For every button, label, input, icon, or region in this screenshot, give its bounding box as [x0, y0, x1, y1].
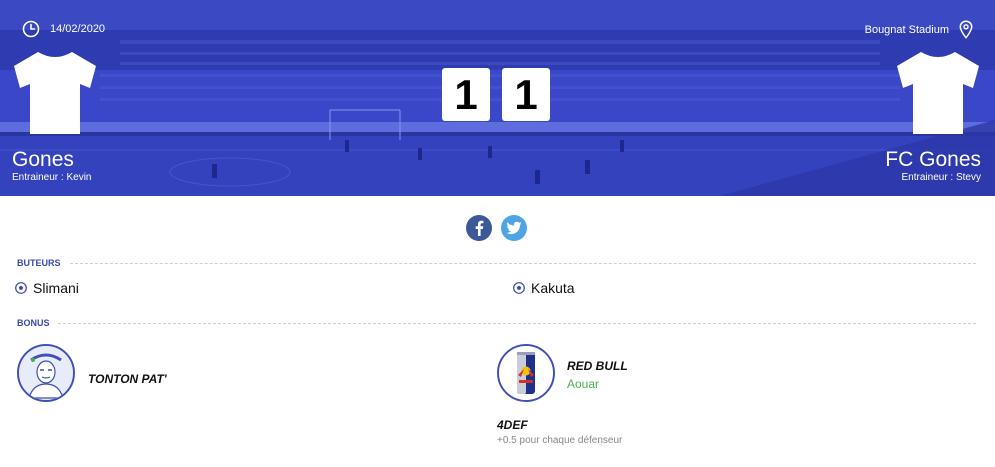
extra-bonus-name: 4DEF: [497, 418, 528, 432]
extra-bonus-description: +0.5 pour chaque défenseur: [497, 435, 623, 446]
match-stadium: Bougnat Stadium: [865, 20, 973, 39]
facebook-icon: [475, 220, 484, 236]
scorers-divider: [70, 263, 976, 264]
twitter-share-button[interactable]: [501, 215, 527, 241]
stadium-background: [0, 0, 995, 196]
match-date-text: 14/02/2020: [50, 23, 106, 35]
bonus-section-title: BONUS: [17, 318, 50, 328]
home-jersey-icon: [14, 52, 96, 134]
scorers-section-title: BUTEURS: [17, 258, 61, 268]
away-coach: Entraineur : Stevy: [901, 172, 981, 183]
home-coach: Entraineur : Kevin: [12, 172, 92, 183]
tonton-pat-avatar-icon: [17, 344, 75, 402]
home-scorer: Slimani: [15, 280, 79, 296]
away-team-name: FC Gones: [885, 148, 981, 171]
soccer-ball-icon: [15, 282, 27, 294]
clock-icon: [22, 20, 40, 38]
home-scorer-name: Slimani: [33, 280, 79, 296]
soccer-ball-icon: [513, 282, 525, 294]
home-team-name: Gones: [12, 148, 74, 171]
away-bonus-player: Aouar: [567, 377, 600, 391]
away-scorer: Kakuta: [513, 280, 575, 296]
away-jersey-icon: [897, 52, 979, 134]
location-pin-icon: [959, 20, 973, 39]
home-score: 1: [442, 68, 490, 121]
away-scorer-name: Kakuta: [531, 280, 575, 296]
share-buttons: [466, 215, 527, 241]
match-date: 14/02/2020: [22, 20, 105, 38]
match-header: 14/02/2020 Bougnat Stadium Gones Entrain…: [0, 0, 995, 196]
away-bonus-name: RED BULL: [567, 359, 628, 373]
red-bull-can-icon: [497, 344, 555, 402]
twitter-icon: [506, 221, 522, 235]
bonus-divider: [58, 323, 976, 324]
facebook-share-button[interactable]: [466, 215, 492, 241]
away-score: 1: [502, 68, 550, 121]
home-bonus-name: TONTON PAT': [88, 372, 167, 386]
stadium-name: Bougnat Stadium: [864, 23, 949, 36]
